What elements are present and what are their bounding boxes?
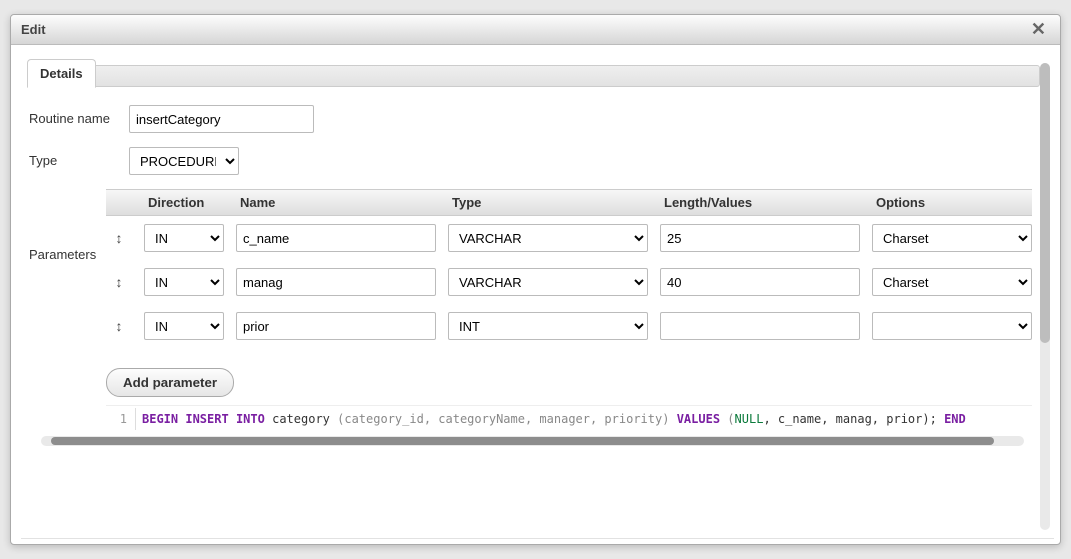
param-name-input[interactable] [236, 312, 436, 340]
definition-code: 1 BEGIN INSERT INTO category (category_i… [106, 405, 1032, 430]
add-parameter-button[interactable]: Add parameter [106, 368, 234, 397]
param-length-input[interactable] [660, 224, 860, 252]
param-row: ↕ IN VARCHAR Charset [106, 260, 1032, 304]
param-type-select[interactable]: VARCHAR [448, 224, 648, 252]
col-direction: Direction [144, 195, 224, 210]
vertical-scrollbar[interactable] [1040, 63, 1050, 530]
close-icon[interactable]: ✕ [1027, 19, 1050, 40]
param-name-input[interactable] [236, 268, 436, 296]
param-option-select[interactable]: Charset [872, 224, 1032, 252]
edit-dialog: Edit ✕ Details Routine name Type PROCEDU… [10, 14, 1061, 545]
tab-strip-background [91, 65, 1040, 87]
dialog-body: Details Routine name Type PROCEDURE Para… [11, 45, 1060, 544]
code-line[interactable]: BEGIN INSERT INTO category (category_id,… [136, 408, 972, 430]
dialog-title: Edit [21, 22, 46, 37]
col-type: Type [448, 195, 648, 210]
routine-name-input[interactable] [129, 105, 314, 133]
param-name-input[interactable] [236, 224, 436, 252]
param-length-input[interactable] [660, 312, 860, 340]
routine-name-label: Routine name [29, 111, 129, 127]
parameters-table: Direction Name Type Length/Values Option… [106, 189, 1032, 430]
horizontal-scrollbar[interactable] [41, 436, 1024, 446]
param-type-select[interactable]: VARCHAR [448, 268, 648, 296]
type-label: Type [29, 153, 129, 169]
param-row: ↕ IN INT [106, 304, 1032, 348]
tab-strip: Details [21, 65, 1040, 87]
col-options: Options [872, 195, 1032, 210]
dialog-footer: Go Close [21, 538, 1054, 544]
form-area: Routine name Type PROCEDURE Parameters D… [21, 87, 1040, 430]
param-option-select[interactable] [872, 312, 1032, 340]
parameters-label: Parameters [29, 189, 106, 262]
param-direction-select[interactable]: IN [144, 312, 224, 340]
col-length: Length/Values [660, 195, 860, 210]
code-line-number: 1 [106, 408, 136, 430]
col-name: Name [236, 195, 436, 210]
tab-details[interactable]: Details [27, 59, 96, 88]
dialog-titlebar: Edit ✕ [11, 15, 1060, 45]
param-option-select[interactable]: Charset [872, 268, 1032, 296]
param-direction-select[interactable]: IN [144, 224, 224, 252]
param-row: ↕ IN VARCHAR Charset [106, 216, 1032, 260]
type-select[interactable]: PROCEDURE [129, 147, 239, 175]
drag-handle-icon[interactable]: ↕ [106, 318, 132, 334]
vertical-scrollbar-thumb[interactable] [1040, 63, 1050, 343]
param-type-select[interactable]: INT [448, 312, 648, 340]
param-length-input[interactable] [660, 268, 860, 296]
param-direction-select[interactable]: IN [144, 268, 224, 296]
param-header-row: Direction Name Type Length/Values Option… [106, 189, 1032, 216]
horizontal-scrollbar-thumb[interactable] [51, 437, 994, 445]
drag-handle-icon[interactable]: ↕ [106, 274, 132, 290]
drag-handle-icon[interactable]: ↕ [106, 230, 132, 246]
